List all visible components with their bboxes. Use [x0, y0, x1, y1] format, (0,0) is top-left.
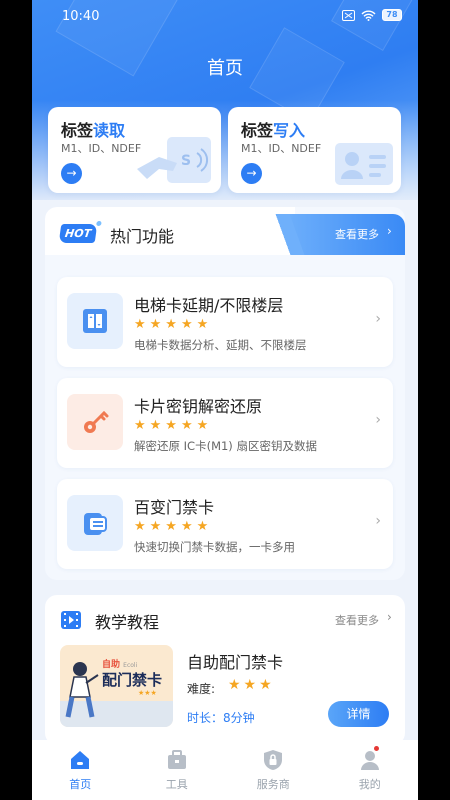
tag-read-title-prefix: 标签: [61, 121, 94, 140]
home-icon: [71, 751, 90, 769]
bottom-navigation: 首页 工具 服务商 我的: [32, 740, 418, 800]
rating-stars: ★★★★★: [134, 418, 213, 433]
thumbnail-brand-small: Ecoli: [123, 662, 138, 669]
nav-label: 工具: [165, 778, 188, 791]
feature-item-access-card[interactable]: 百变门禁卡 ★★★★★ 快速切换门禁卡数据，一卡多用 ›: [57, 479, 393, 569]
tag-read-title: 标签读取: [61, 117, 125, 141]
hot-badge: HOT: [58, 224, 98, 243]
rating-stars: ★★★★★: [134, 317, 213, 332]
rating-stars: ★★★★★: [134, 519, 213, 534]
tag-read-subtitle: M1、ID、NDEF: [61, 142, 142, 155]
nav-label: 首页: [69, 778, 92, 791]
tutorial-item-name[interactable]: 自助配门禁卡: [187, 649, 283, 673]
id-card-icon: [335, 143, 393, 185]
key-icon: [67, 394, 123, 450]
feature-name: 电梯卡延期/不限楼层: [134, 296, 284, 315]
sim-icon: [342, 9, 355, 21]
toolbox-icon: [167, 750, 186, 769]
hot-section-title: 热门功能: [110, 227, 175, 246]
tutorial-thumbnail[interactable]: 自助 Ecoli 配门禁卡 ★★★: [60, 645, 173, 727]
tag-write-title: 标签写入: [241, 117, 305, 141]
feature-item-key-decrypt[interactable]: 卡片密钥解密还原 ★★★★★ 解密还原 IC卡(M1) 扇区密钥及数据 ›: [57, 378, 393, 468]
page-title: 首页: [207, 58, 243, 79]
status-bar: 10:40 78: [32, 0, 418, 32]
chevron-right-icon[interactable]: ›: [387, 610, 392, 624]
tutorial-more-link[interactable]: 查看更多: [335, 612, 379, 628]
elevator-icon: [67, 293, 123, 349]
tag-write-subtitle: M1、ID、NDEF: [241, 142, 322, 155]
video-film-icon: [61, 611, 81, 629]
nav-label: 服务商: [256, 778, 290, 791]
battery-indicator: 78: [382, 9, 402, 21]
nav-item-home[interactable]: 首页: [32, 740, 129, 800]
chevron-right-icon: ›: [375, 311, 381, 327]
tag-write-title-prefix: 标签: [241, 121, 274, 140]
tag-write-title-highlight: 写入: [273, 121, 306, 140]
thumbnail-title: 配门禁卡: [102, 671, 163, 689]
nav-label: 我的: [358, 778, 381, 791]
feature-desc: 解密还原 IC卡(M1) 扇区密钥及数据: [134, 439, 317, 453]
chevron-right-icon: ›: [375, 513, 381, 529]
tag-read-title-highlight: 读取: [93, 121, 126, 140]
shield-lock-icon: [264, 750, 283, 770]
tutorial-section-title: 教学教程: [95, 613, 160, 632]
user-icon: [360, 751, 379, 770]
tag-read-card[interactable]: 标签读取 M1、ID、NDEF → S: [48, 107, 221, 193]
feature-desc: 电梯卡数据分析、延期、不限楼层: [134, 338, 307, 352]
wifi-icon: [361, 10, 376, 21]
card-switch-icon: [67, 495, 123, 551]
feature-name: 卡片密钥解密还原: [134, 397, 263, 416]
hot-more-link[interactable]: 查看更多: [335, 226, 379, 242]
nav-item-provider[interactable]: 服务商: [225, 740, 322, 800]
arrow-right-icon[interactable]: →: [241, 163, 262, 184]
nav-item-mine[interactable]: 我的: [322, 740, 419, 800]
nfc-card-hand-icon: S: [137, 137, 211, 183]
detail-button[interactable]: 详情: [328, 701, 389, 727]
tutorial-duration: 时长：8分钟: [187, 711, 255, 725]
tutorial-section: 教学教程 查看更多 › 自助 Ecoli 配门禁卡 ★★★ 自助配门禁卡 难度:…: [45, 595, 405, 745]
app-screen: 10:40 78 首页 标签读取 M1、ID、NDEF → S 标签写入 M1、…: [32, 0, 418, 800]
chevron-right-icon: ›: [375, 412, 381, 428]
svg-text:S: S: [181, 153, 191, 169]
hot-features-section: HOT 热门功能 查看更多 › 电梯卡延期/不限楼层 ★★★★★ 电梯卡数据分析…: [45, 207, 405, 580]
thumbnail-stars: ★★★: [138, 689, 157, 697]
tag-write-card[interactable]: 标签写入 M1、ID、NDEF →: [228, 107, 401, 193]
nav-item-tools[interactable]: 工具: [129, 740, 226, 800]
arrow-right-icon[interactable]: →: [61, 163, 82, 184]
feature-name: 百变门禁卡: [134, 498, 215, 517]
notification-dot: [373, 746, 379, 751]
status-time: 10:40: [62, 9, 100, 24]
difficulty-label: 难度:: [187, 682, 216, 696]
feature-item-elevator[interactable]: 电梯卡延期/不限楼层 ★★★★★ 电梯卡数据分析、延期、不限楼层 ›: [57, 277, 393, 367]
feature-desc: 快速切换门禁卡数据，一卡多用: [134, 540, 295, 554]
difficulty-stars: ★★★: [228, 677, 275, 693]
chevron-right-icon[interactable]: ›: [387, 224, 392, 238]
